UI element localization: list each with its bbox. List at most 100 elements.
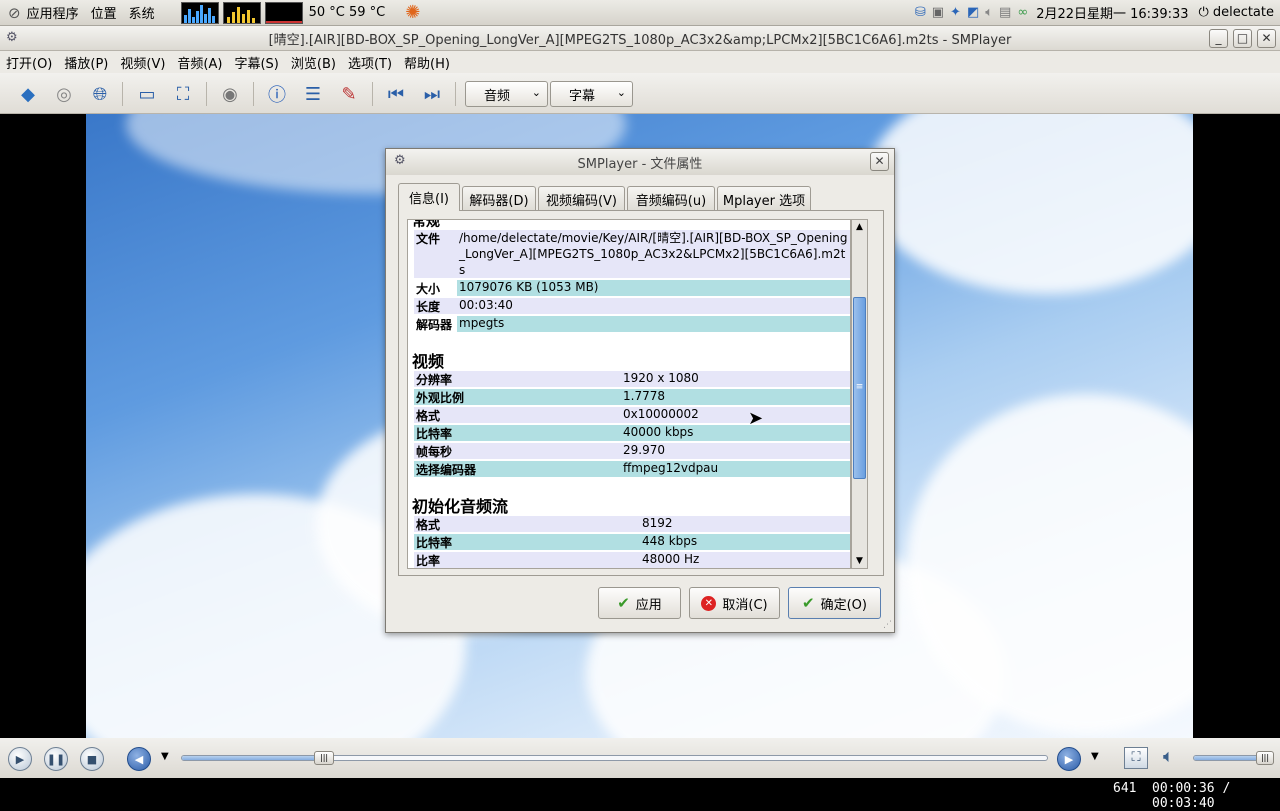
menu-subtitles[interactable]: 字幕(S) bbox=[228, 53, 284, 72]
tab-demuxer[interactable]: 解码器(D) bbox=[462, 186, 536, 211]
cancel-button[interactable]: ✕ 取消(C) bbox=[689, 587, 780, 619]
ok-button[interactable]: ✔ 确定(O) bbox=[788, 587, 881, 619]
menu-video[interactable]: 视频(V) bbox=[114, 53, 171, 72]
scroll-down-arrow[interactable]: ▼ bbox=[852, 554, 867, 568]
stop-icon[interactable]: ■ bbox=[80, 747, 104, 771]
volume-handle[interactable]: ||| bbox=[1256, 751, 1274, 765]
minimize-button[interactable]: _ bbox=[1209, 29, 1228, 48]
open-disc-icon[interactable]: ◎ bbox=[51, 81, 77, 107]
menu-system[interactable]: 系统 bbox=[129, 3, 155, 22]
menu-bar: 打开(O) 播放(P) 视频(V) 音频(A) 字幕(S) 浏览(B) 选项(T… bbox=[0, 51, 1280, 73]
tab-mplayer-options[interactable]: Mplayer 选项 bbox=[717, 186, 811, 211]
subtitle-track-label: 字幕 bbox=[569, 88, 596, 104]
power-icon[interactable]: ⏻ bbox=[1199, 5, 1209, 20]
gnome-foot-icon[interactable]: ⊘ bbox=[8, 4, 21, 22]
toolbar: ◆ ◎ 🌐︎ ▭ ⛶ ◉ ⓘ ☰ ✎ ⏮ ⏭ 音频 ⌄ 字幕 ⌄ bbox=[0, 73, 1280, 114]
rewind-icon[interactable]: ◀ bbox=[127, 747, 151, 771]
resize-grip-icon[interactable]: ⋰ bbox=[883, 620, 892, 630]
info-value: 0x10000002 bbox=[623, 407, 699, 421]
maximize-button[interactable]: □ bbox=[1233, 29, 1252, 48]
screenshot-icon[interactable]: ◉ bbox=[217, 81, 243, 107]
pause-icon[interactable]: ❚❚ bbox=[44, 747, 68, 771]
memory-monitor[interactable] bbox=[222, 1, 261, 24]
info-row: 分辨率 1920 x 1080 bbox=[414, 371, 850, 387]
clock[interactable]: 2月22日星期一 16:39:33 bbox=[1036, 3, 1188, 22]
info-value: 1079076 KB (1053 MB) bbox=[457, 280, 850, 296]
menu-help[interactable]: 帮助(H) bbox=[398, 53, 456, 72]
info-value: 1920 x 1080 bbox=[623, 371, 699, 385]
messenger-tray-icon[interactable]: ∞ bbox=[1017, 5, 1028, 20]
play-icon[interactable]: ▶ bbox=[8, 747, 32, 771]
dialog-close-button[interactable]: ✕ bbox=[870, 152, 889, 171]
user-name[interactable]: delectate bbox=[1213, 5, 1274, 20]
volume-tray-icon[interactable]: 🔈︎ bbox=[985, 5, 993, 20]
info-value: /home/delectate/movie/Key/AIR/[晴空].[AIR]… bbox=[459, 231, 848, 277]
seek-handle[interactable]: ||| bbox=[314, 751, 335, 765]
scroll-up-arrow[interactable]: ▲ bbox=[852, 220, 867, 234]
control-bar: ▶ ❚❚ ■ ◀ ▼ ||| ▶ ▼ ⛶ 🔈︎ ||| bbox=[0, 738, 1280, 778]
info-value: 8192 bbox=[642, 516, 673, 530]
forward-icon[interactable]: ▶ bbox=[1057, 747, 1081, 771]
info-scrollbar[interactable]: ▲ ≡ ▼ bbox=[851, 219, 868, 569]
info-key: 比特率 bbox=[414, 425, 621, 441]
window-titlebar[interactable]: ⚙ [晴空].[AIR][BD-BOX_SP_Opening_LongVer_A… bbox=[0, 26, 1280, 51]
mute-speaker-icon[interactable]: 🔈︎ bbox=[1163, 746, 1174, 767]
preferences-icon[interactable]: ✎ bbox=[336, 81, 362, 107]
menu-applications[interactable]: 应用程序 bbox=[27, 3, 79, 22]
audio-track-combo[interactable]: 音频 ⌄ bbox=[465, 81, 548, 107]
fullscreen-toggle-icon[interactable]: ⛶ bbox=[1124, 747, 1148, 769]
subtitle-track-combo[interactable]: 字幕 ⌄ bbox=[550, 81, 633, 107]
scroll-thumb[interactable]: ≡ bbox=[853, 297, 866, 479]
info-key: 分辨率 bbox=[414, 371, 621, 387]
menu-options[interactable]: 选项(T) bbox=[342, 53, 398, 72]
close-button[interactable]: ✕ bbox=[1257, 29, 1276, 48]
open-file-icon[interactable]: ◆ bbox=[15, 81, 41, 107]
tab-video-codec[interactable]: 视频编码(V) bbox=[538, 186, 625, 211]
tab-audio-codec[interactable]: 音频编码(u) bbox=[627, 186, 715, 211]
temperature-readout: 50 °C 59 °C bbox=[308, 5, 386, 20]
seek-fill bbox=[182, 756, 325, 760]
open-url-icon[interactable]: 🌐︎ bbox=[87, 81, 113, 107]
toolbar-separator bbox=[253, 82, 254, 106]
info-key: 长度 bbox=[414, 298, 457, 314]
info-key: 格式 bbox=[414, 516, 640, 532]
cpu-monitor[interactable] bbox=[180, 1, 219, 24]
info-icon[interactable]: ⓘ bbox=[264, 81, 290, 107]
info-key: 选择编码器 bbox=[414, 461, 621, 477]
previous-icon[interactable]: ⏮ bbox=[383, 81, 409, 107]
bluetooth-tray-icon[interactable]: ✦ bbox=[950, 5, 961, 20]
rewind-menu-chevron-icon[interactable]: ▼ bbox=[161, 751, 169, 762]
display-tray-icon[interactable]: ▣ bbox=[932, 5, 944, 20]
info-row: 格式 0x10000002 bbox=[414, 407, 850, 423]
menu-browse[interactable]: 浏览(B) bbox=[285, 53, 342, 72]
tab-info[interactable]: 信息(I) bbox=[398, 183, 460, 211]
menu-play[interactable]: 播放(P) bbox=[58, 53, 114, 72]
ubuntu-icon[interactable]: ✺ bbox=[405, 2, 420, 23]
network-tray-icon[interactable]: ⛁ bbox=[915, 5, 926, 20]
fullscreen-icon[interactable]: ⛶ bbox=[170, 81, 196, 107]
dialog-titlebar[interactable]: ⚙ SMPlayer - 文件属性 ✕ bbox=[386, 149, 894, 175]
forward-menu-chevron-icon[interactable]: ▼ bbox=[1091, 751, 1099, 762]
compact-mode-icon[interactable]: ▭ bbox=[134, 81, 160, 107]
apply-button[interactable]: ✔ 应用 bbox=[598, 587, 681, 619]
playlist-icon[interactable]: ☰ bbox=[300, 81, 326, 107]
network-monitor[interactable] bbox=[264, 1, 303, 24]
info-row: 帧每秒 29.970 bbox=[414, 443, 850, 459]
next-icon[interactable]: ⏭ bbox=[419, 81, 445, 107]
info-row: 文件 /home/delectate/movie/Key/AIR/[晴空].[A… bbox=[414, 230, 850, 278]
info-row: 长度 00:03:40 bbox=[414, 298, 850, 314]
update-tray-icon[interactable]: ◩ bbox=[967, 5, 979, 20]
info-key: 比特率 bbox=[414, 534, 640, 550]
smplayer-app-icon[interactable]: ⚙ bbox=[6, 30, 18, 45]
menu-places[interactable]: 位置 bbox=[91, 3, 117, 22]
window-title: [晴空].[AIR][BD-BOX_SP_Opening_LongVer_A][… bbox=[268, 32, 1012, 48]
info-content[interactable]: 常规 文件 /home/delectate/movie/Key/AIR/[晴空]… bbox=[407, 219, 851, 569]
clipboard-tray-icon[interactable]: ▤ bbox=[999, 5, 1011, 20]
info-row: 解码器 mpegts bbox=[414, 316, 850, 332]
info-key: 比率 bbox=[414, 552, 640, 568]
apply-label: 应用 bbox=[635, 597, 662, 613]
menu-open[interactable]: 打开(O) bbox=[0, 53, 58, 72]
menu-audio[interactable]: 音频(A) bbox=[171, 53, 228, 72]
seek-bar[interactable] bbox=[181, 755, 1048, 761]
status-bar: 641 00:00:36 / 00:03:40 bbox=[0, 778, 1280, 811]
